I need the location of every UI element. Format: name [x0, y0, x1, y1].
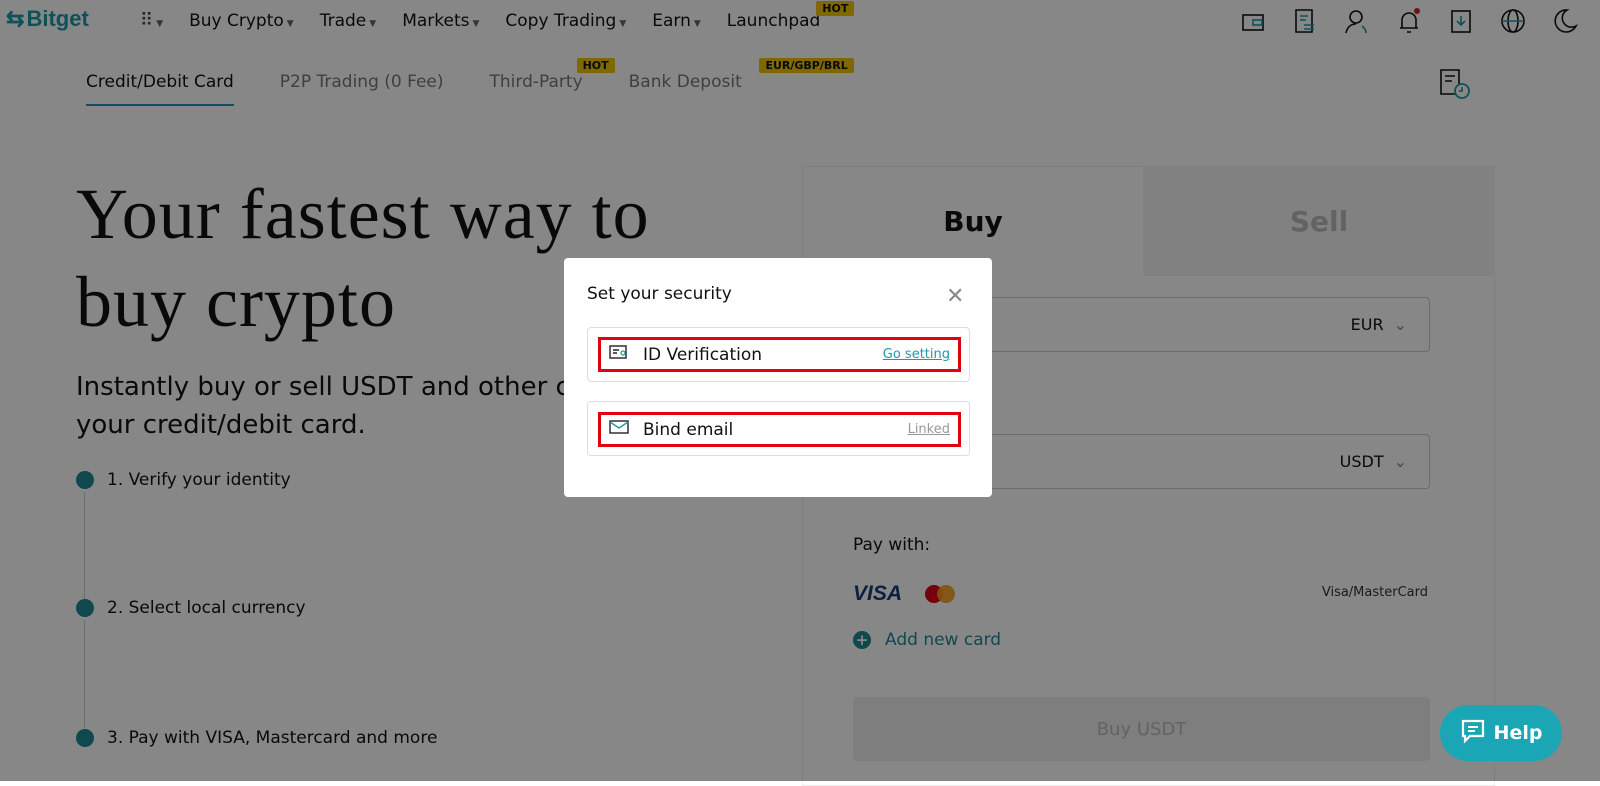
bind-email-row: Bind email Linked — [587, 401, 970, 456]
highlight-box: ID Verification Go setting — [598, 337, 961, 372]
help-button[interactable]: Help — [1440, 705, 1562, 761]
close-icon[interactable]: ✕ — [946, 284, 964, 309]
id-card-icon — [609, 344, 629, 365]
chat-icon — [1460, 718, 1486, 749]
linked-status: Linked — [907, 422, 950, 437]
security-modal: Set your security ✕ ID Verification Go s… — [564, 258, 992, 497]
go-setting-link[interactable]: Go setting — [883, 347, 950, 362]
highlight-box: Bind email Linked — [598, 412, 961, 447]
modal-title: Set your security — [587, 284, 732, 304]
email-icon — [609, 419, 629, 440]
id-verification-row: ID Verification Go setting — [587, 327, 970, 382]
